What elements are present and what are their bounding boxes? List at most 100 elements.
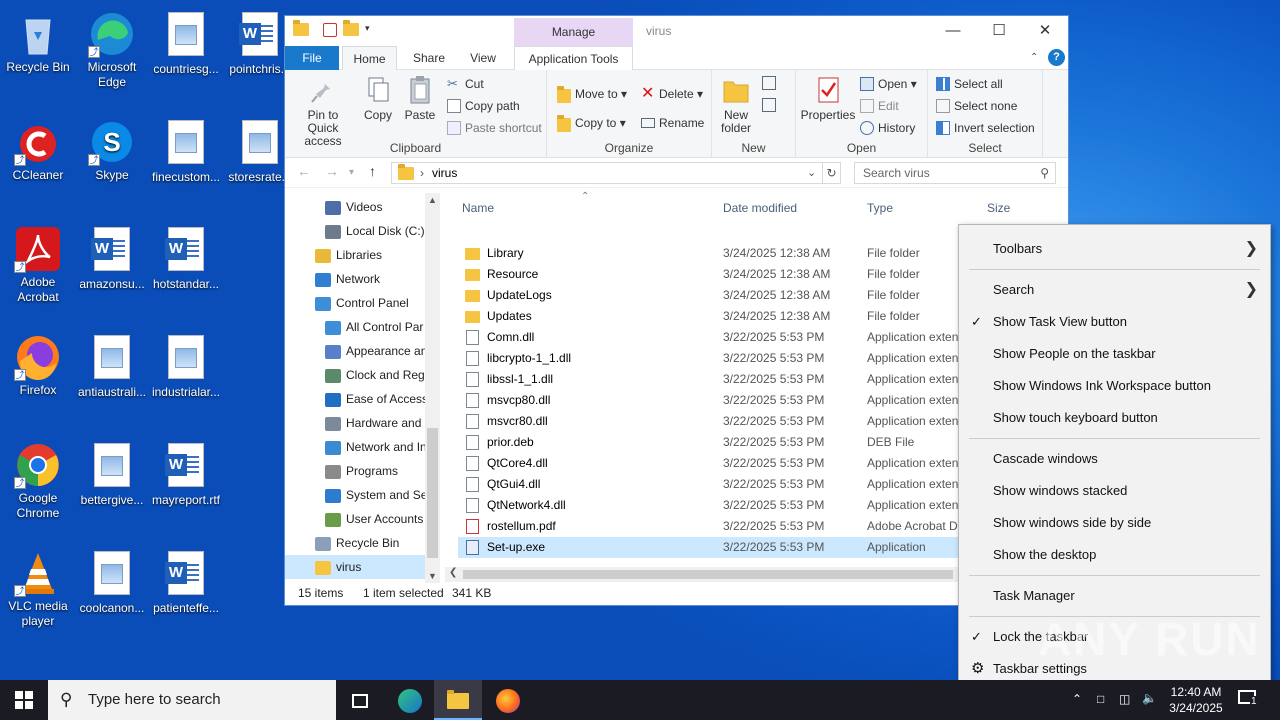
nav-item-system-and-se[interactable]: System and Se [325, 483, 425, 507]
close-button[interactable]: ✕ [1022, 16, 1068, 46]
recent-locations-icon[interactable]: ▾ [349, 167, 354, 178]
open-button[interactable]: Open ▾ [860, 74, 917, 94]
file-row[interactable]: UpdateLogs 3/24/2025 12:38 AM File folder [458, 285, 958, 306]
column-header-name[interactable]: Name [462, 201, 494, 215]
nav-item-local-disk-c[interactable]: Local Disk (C:) [325, 219, 425, 243]
desktop-icon-antiaustrali[interactable]: antiaustrali... [74, 333, 150, 400]
column-header-size[interactable]: Size [987, 201, 1010, 215]
desktop-icon-bettergive[interactable]: bettergive... [74, 441, 150, 508]
file-row[interactable]: msvcp80.dll 3/22/2025 5:53 PM Application … [458, 390, 958, 411]
desktop-icon-finecustom[interactable]: finecustom... [148, 118, 224, 185]
help-icon[interactable]: ? [1048, 49, 1065, 66]
menu-item-show-task-view[interactable]: ✓ Show Task View button [959, 306, 1270, 338]
address-bar[interactable]: › virus ⌄ ↻ [391, 162, 841, 184]
maximize-button[interactable]: ☐ [976, 16, 1022, 46]
copy-path-button[interactable]: Copy path [447, 96, 520, 116]
start-button[interactable] [0, 680, 48, 720]
address-dropdown-icon[interactable]: ⌄ [807, 166, 816, 179]
cut-button[interactable]: ✂ Cut [447, 74, 484, 94]
taskbar-firefox[interactable] [484, 680, 532, 720]
column-header-type[interactable]: Type [867, 201, 893, 215]
forward-button[interactable]: → [325, 163, 339, 179]
action-center-button[interactable]: 1 [1238, 690, 1258, 707]
desktop-icon-hotstandar[interactable]: Whotstandar... [148, 225, 224, 292]
breadcrumb-virus[interactable]: virus [432, 166, 457, 180]
file-row[interactable]: libcrypto-1_1.dll 3/22/2025 5:53 PM Applic… [458, 348, 958, 369]
list-horizontal-thumb[interactable] [463, 570, 953, 579]
tab-file[interactable]: File [285, 46, 339, 70]
nav-item-network-and-in[interactable]: Network and In [325, 435, 425, 459]
desktop-icon-microsoft-edge[interactable]: ⤴ Microsoft Edge [74, 10, 150, 90]
taskbar-edge[interactable] [386, 680, 434, 720]
nav-item-programs[interactable]: Programs [325, 459, 425, 483]
menu-item-show-ink[interactable]: Show Windows Ink Workspace button [959, 370, 1270, 402]
nav-item-libraries[interactable]: Libraries [315, 243, 425, 267]
file-row[interactable]: Updates 3/24/2025 12:38 AM File folder [458, 306, 958, 327]
nav-item-hardware-and[interactable]: Hardware and [325, 411, 425, 435]
desktop-icon-industrialar[interactable]: industrialar... [148, 333, 224, 400]
desktop-icon-adobe-acrobat[interactable]: ⤴ Adobe Acrobat [0, 225, 76, 305]
paste-shortcut-button[interactable]: Paste shortcut [447, 118, 542, 138]
desktop-icon-countriesg[interactable]: countriesg... [148, 10, 224, 77]
paste-button[interactable]: Paste [401, 74, 439, 122]
nav-item-videos[interactable]: Videos [325, 195, 425, 219]
nav-item-network[interactable]: Network [315, 267, 425, 291]
file-row[interactable]: prior.deb 3/22/2025 5:53 PM DEB File [458, 432, 958, 453]
new-item-icon[interactable] [762, 76, 776, 90]
file-row[interactable]: QtNetwork4.dll 3/22/2025 5:53 PM Applicati… [458, 495, 958, 516]
desktop-icon-skype[interactable]: S ⤴ Skype [74, 118, 150, 183]
list-horizontal-scrollbar[interactable]: ❮ [445, 567, 961, 582]
volume-icon[interactable]: 🔈 [1142, 691, 1157, 705]
nav-scrollbar[interactable]: ▲ ▼ [425, 193, 440, 583]
network-icon[interactable]: ◫ [1119, 692, 1130, 706]
copy-to-button[interactable]: Copy to ▾ [557, 113, 626, 133]
tab-view[interactable]: View [461, 46, 505, 70]
scroll-left-icon[interactable]: ❮ [449, 567, 457, 578]
nav-item-clock-and-regi[interactable]: Clock and Regi [325, 363, 425, 387]
customize-quick-access-icon[interactable]: ▾ [365, 23, 370, 37]
menu-item-task-manager[interactable]: Task Manager [959, 580, 1270, 612]
task-view-button[interactable] [336, 680, 384, 720]
desktop-icon-vlc-media-player[interactable]: ⤴ VLC media player [0, 549, 76, 629]
back-button[interactable]: ← [297, 163, 311, 179]
file-row[interactable]: QtCore4.dll 3/22/2025 5:53 PM Application … [458, 453, 958, 474]
nav-item-appearance-an[interactable]: Appearance an [325, 339, 425, 363]
edit-button[interactable]: Edit [860, 96, 899, 116]
copy-button[interactable]: Copy [359, 74, 397, 122]
file-row[interactable]: QtGui4.dll 3/22/2025 5:53 PM Application e… [458, 474, 958, 495]
tray-overflow-icon[interactable]: ⌃ [1072, 692, 1082, 706]
refresh-icon[interactable]: ↻ [822, 163, 840, 183]
menu-item-cascade[interactable]: Cascade windows [959, 443, 1270, 475]
menu-item-show-people[interactable]: Show People on the taskbar [959, 338, 1270, 370]
desktop-icon-google-chrome[interactable]: ⤴ Google Chrome [0, 441, 76, 521]
invert-selection-button[interactable]: Invert selection [936, 118, 1035, 138]
taskbar-search[interactable]: ⚲ Type here to search [48, 680, 336, 720]
nav-item-ease-of-access[interactable]: Ease of Access [325, 387, 425, 411]
desktop-icon-patienteffe[interactable]: Wpatienteffe... [148, 549, 224, 616]
select-all-button[interactable]: Select all [936, 74, 1003, 94]
file-row[interactable]: Set-up.exe 3/22/2025 5:53 PM Application [458, 537, 958, 558]
tab-home[interactable]: Home [342, 46, 397, 71]
clock[interactable]: 12:40 AM 3/24/2025 [1168, 684, 1224, 716]
desktop-icon-mayreport[interactable]: Wmayreport.rtf [148, 441, 224, 508]
new-folder-button[interactable]: New folder [716, 74, 756, 135]
menu-item-toolbars[interactable]: Toolbars ❯ [959, 233, 1270, 265]
menu-item-side-by-side[interactable]: Show windows side by side [959, 507, 1270, 539]
select-none-button[interactable]: Select none [936, 96, 1017, 116]
desktop-icon-firefox[interactable]: ⤴ Firefox [0, 333, 76, 398]
properties-button[interactable]: Properties [800, 74, 856, 122]
nav-item-control-panel[interactable]: Control Panel [315, 291, 425, 315]
column-header-date[interactable]: Date modified [723, 201, 797, 215]
file-row[interactable]: rostellum.pdf 3/22/2025 5:53 PM Adobe Acro… [458, 516, 958, 537]
easy-access-icon[interactable] [762, 98, 776, 112]
nav-scrollbar-thumb[interactable] [427, 428, 438, 558]
move-to-button[interactable]: Move to ▾ [557, 84, 627, 104]
taskbar-file-explorer[interactable] [434, 680, 482, 720]
menu-item-show-desktop[interactable]: Show the desktop [959, 539, 1270, 571]
menu-item-touch-keyboard[interactable]: Show touch keyboard button [959, 402, 1270, 434]
nav-scroll-up-icon[interactable]: ▲ [428, 195, 437, 205]
delete-button[interactable]: ✕ Delete ▾ [641, 84, 703, 104]
file-row[interactable]: libssl-1_1.dll 3/22/2025 5:53 PM Applicati… [458, 369, 958, 390]
up-button[interactable]: ↑ [369, 163, 376, 179]
search-box[interactable]: Search virus ⚲ [854, 162, 1056, 184]
